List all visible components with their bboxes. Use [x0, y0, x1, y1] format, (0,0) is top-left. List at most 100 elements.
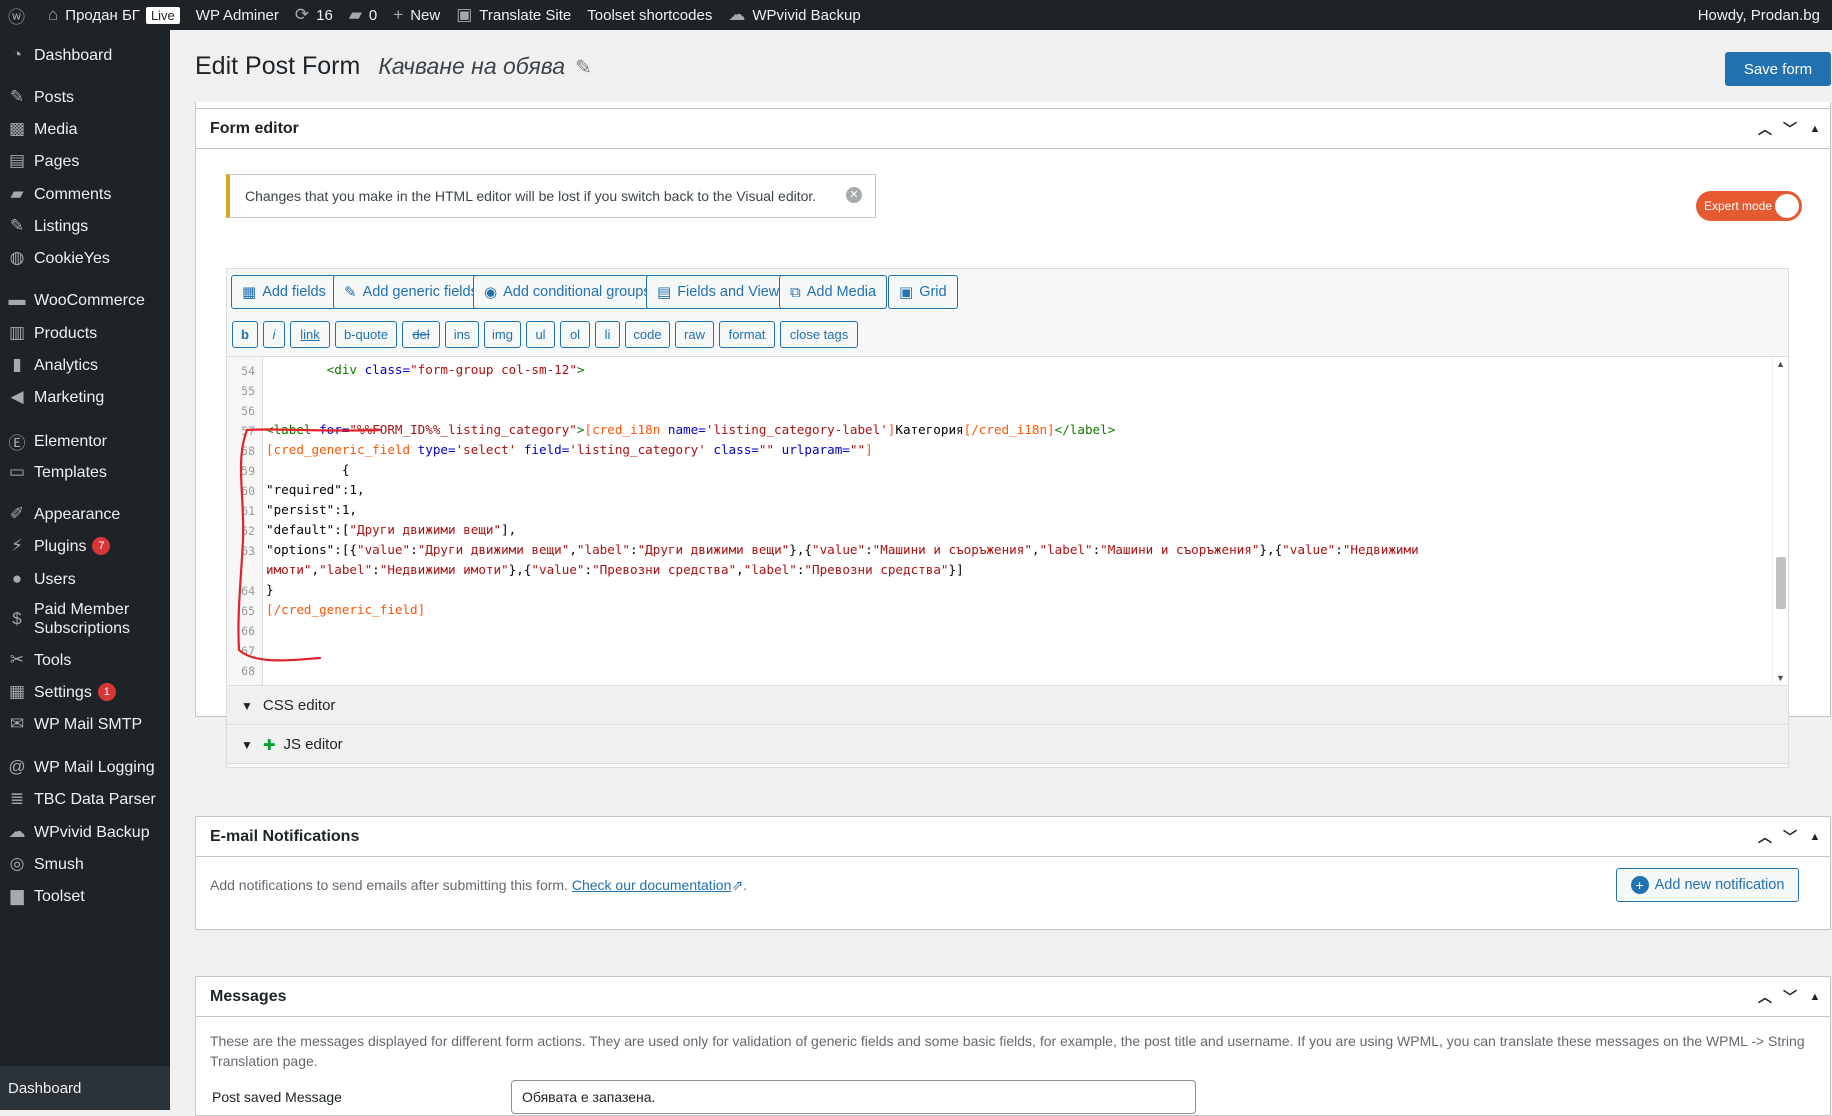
- scrollbar-thumb[interactable]: [1776, 557, 1786, 609]
- sidebar-item-tools[interactable]: ✂ Tools: [0, 650, 170, 670]
- code-editor[interactable]: 54 55 56 57 58 59 60 61 62 63 64 65 66 6…: [227, 356, 1788, 686]
- quicktag-img[interactable]: img: [484, 321, 521, 348]
- comments-link[interactable]: ▰ 0: [341, 0, 385, 30]
- js-editor-toggle[interactable]: ▼ ✚ JS editor: [227, 726, 1788, 764]
- sidebar-item-comments[interactable]: ▰ Comments: [0, 184, 170, 204]
- new-content-menu[interactable]: + New: [385, 0, 448, 30]
- string: 'listing_category': [569, 442, 714, 457]
- move-up-icon[interactable]: ︿: [1751, 115, 1779, 143]
- sidebar-item-products[interactable]: ▥ Products: [0, 323, 170, 343]
- caret-down-icon: ▼: [241, 737, 253, 752]
- form-title[interactable]: Качване на обява: [378, 53, 565, 80]
- sidebar-item-pages[interactable]: ▤ Pages: [0, 151, 170, 171]
- sidebar-item-users[interactable]: ● Users: [0, 569, 170, 589]
- quicktag-del[interactable]: del: [402, 321, 440, 348]
- translate-site-link[interactable]: ▣ Translate Site: [448, 0, 579, 30]
- sidebar-item-toolset[interactable]: ▆ Toolset: [0, 886, 170, 906]
- sidebar-item-paid-member-subscriptions[interactable]: $ Paid Member Subscriptions: [0, 600, 170, 638]
- sidebar-item-posts[interactable]: ✎ Posts: [0, 87, 170, 107]
- grid-button[interactable]: ▣ Grid: [888, 275, 958, 309]
- quicktag-ul[interactable]: ul: [526, 321, 555, 348]
- quicktag-raw[interactable]: raw: [675, 321, 714, 348]
- punct: :[: [334, 522, 350, 537]
- add-new-notification-button[interactable]: + Add new notification: [1616, 868, 1799, 902]
- quicktag-li[interactable]: li: [595, 321, 620, 348]
- fields-and-views-button[interactable]: ▤ Fields and Views: [646, 275, 798, 309]
- sidebar-item-label: WPvivid Backup: [34, 823, 150, 841]
- quicktag-ol[interactable]: ol: [560, 321, 590, 348]
- pencil-icon[interactable]: ✎: [575, 55, 592, 80]
- post-saved-message-input[interactable]: [511, 1080, 1196, 1114]
- sidebar-item-tbc-data-parser[interactable]: ≣ TBC Data Parser: [0, 789, 170, 809]
- toggle-panel-icon[interactable]: ▲: [1801, 983, 1829, 1011]
- sidebar-item-cookieyes[interactable]: ◍ CookieYes: [0, 248, 170, 268]
- css-editor-toggle[interactable]: ▼ CSS editor: [227, 687, 1788, 725]
- quicktag-code[interactable]: code: [625, 321, 670, 348]
- messages-title: Messages: [210, 987, 287, 1005]
- sidebar-item-label: WooCommerce: [34, 291, 145, 309]
- quicktag-format[interactable]: format: [719, 321, 775, 348]
- sidebar-item-media[interactable]: ▩ Media: [0, 119, 170, 139]
- sidebar-item-appearance[interactable]: ✐ Appearance: [0, 504, 170, 524]
- quicktag-b-quote[interactable]: b-quote: [335, 321, 397, 348]
- sidebar-item-label: Paid Member Subscriptions: [34, 601, 131, 637]
- add-media-button[interactable]: ⧉ Add Media: [779, 275, 888, 309]
- quicktag-i[interactable]: i: [263, 321, 285, 348]
- wp-adminer-link[interactable]: WP Adminer: [188, 0, 287, 30]
- quicktag-close-tags[interactable]: close tags: [780, 321, 858, 348]
- quicktag-b[interactable]: b: [232, 321, 258, 348]
- site-name-menu[interactable]: ⌂ Продан БГ Live: [40, 0, 188, 30]
- sidebar-item-plugins[interactable]: ⚡ Plugins 7: [0, 536, 170, 556]
- json-key: "default": [266, 522, 335, 537]
- external-link-icon[interactable]: ⇗: [731, 877, 743, 893]
- sidebar-item-smush[interactable]: ◎ Smush: [0, 854, 170, 874]
- move-up-icon[interactable]: ︿: [1751, 983, 1779, 1011]
- sidebar-item-marketing[interactable]: ◀ Marketing: [0, 387, 170, 407]
- sidebar-item-templates[interactable]: ▭ Templates: [0, 462, 170, 482]
- toggle-panel-icon[interactable]: ▲: [1801, 823, 1829, 851]
- brush-icon: ✐: [9, 504, 25, 523]
- sidebar-item-wpvivid-backup[interactable]: ☁ WPvivid Backup: [0, 822, 170, 842]
- move-down-icon[interactable]: ﹀: [1776, 823, 1804, 851]
- add-conditional-groups-button[interactable]: ◉ Add conditional groups: [473, 275, 662, 309]
- line-number: 62: [241, 524, 255, 538]
- quicktag-ins[interactable]: ins: [445, 321, 479, 348]
- move-up-icon[interactable]: ︿: [1751, 823, 1779, 851]
- sidebar-item-elementor[interactable]: Ⓔ Elementor: [0, 429, 170, 454]
- toolset-shortcodes-menu[interactable]: Toolset shortcodes: [579, 0, 720, 30]
- email-notifications-header[interactable]: E-mail Notifications ︿ ﹀ ▲: [196, 817, 1830, 857]
- code-scrollbar[interactable]: ▲ ▼: [1772, 357, 1788, 685]
- documentation-link[interactable]: Check our documentation: [572, 877, 732, 893]
- sidebar-item-dashboard[interactable]: ◔ Dashboard: [0, 45, 170, 65]
- expert-mode-toggle[interactable]: Expert mode: [1696, 191, 1802, 221]
- caret-down-icon: ▼: [241, 698, 253, 713]
- sidebar-item-woocommerce[interactable]: ▬ WooCommerce: [0, 290, 170, 310]
- save-form-button[interactable]: Save form: [1725, 52, 1831, 86]
- quicktag-link[interactable]: link: [290, 321, 330, 348]
- account-menu[interactable]: Howdy, Prodan.bg: [1698, 0, 1820, 30]
- updates-link[interactable]: ⟳ 16: [287, 0, 341, 30]
- translate-icon: ▣: [456, 5, 473, 24]
- sidebar-item-wp-mail-logging[interactable]: @ WP Mail Logging: [0, 757, 170, 777]
- sidebar-item-label: Listings: [34, 217, 89, 235]
- string: "form-group col-sm-12": [410, 362, 577, 377]
- punct: :: [1335, 542, 1343, 557]
- add-fields-button[interactable]: ▦ Add fields: [231, 275, 337, 309]
- form-editor-header[interactable]: Form editor ︿ ﹀ ▲: [196, 109, 1830, 149]
- add-generic-fields-button[interactable]: ✎ Add generic fields: [333, 275, 489, 309]
- sidebar-bottom-dashboard[interactable]: Dashboard: [0, 1066, 170, 1110]
- media-icon: ⧉: [790, 283, 801, 301]
- messages-header[interactable]: Messages ︿ ﹀ ▲: [196, 977, 1830, 1017]
- sidebar-item-settings[interactable]: ▦ Settings 1: [0, 682, 170, 702]
- wpvivid-backup-menu[interactable]: ☁ WPvivid Backup: [720, 0, 868, 30]
- sidebar-item-analytics[interactable]: ▮ Analytics: [0, 355, 170, 375]
- move-down-icon[interactable]: ﹀: [1776, 115, 1804, 143]
- sidebar-item-wp-mail-smtp[interactable]: ✉ WP Mail SMTP: [0, 714, 170, 734]
- wp-logo-menu[interactable]: ⓦ: [0, 0, 40, 30]
- sidebar-item-listings[interactable]: ✎ Listings: [0, 216, 170, 236]
- scroll-up-arrow-icon[interactable]: ▲: [1776, 359, 1785, 369]
- scroll-down-arrow-icon[interactable]: ▼: [1776, 673, 1785, 683]
- move-down-icon[interactable]: ﹀: [1776, 983, 1804, 1011]
- toggle-panel-icon[interactable]: ▲: [1801, 115, 1829, 143]
- dismiss-notice-icon[interactable]: ✕: [846, 187, 862, 203]
